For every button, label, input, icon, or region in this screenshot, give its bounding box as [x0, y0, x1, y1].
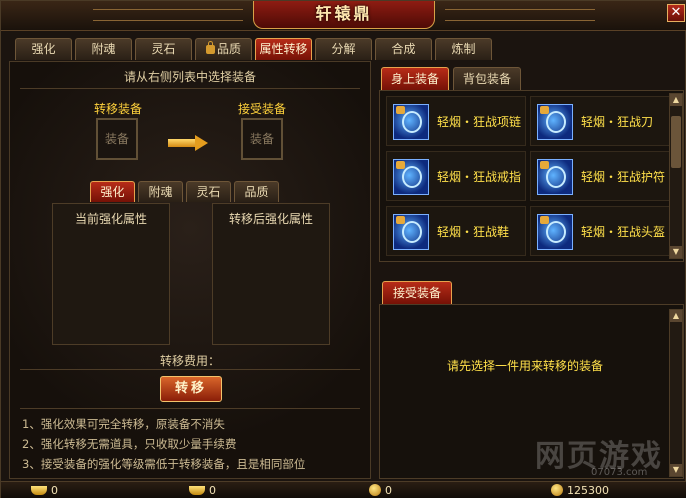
scroll-thumb[interactable] [671, 116, 681, 168]
subtab-soul[interactable]: 附魂 [138, 181, 183, 202]
subtab-quality[interactable]: 品质 [234, 181, 279, 202]
tab-soul[interactable]: 附魂 [75, 38, 132, 60]
lock-icon [205, 41, 215, 54]
lock-icon [396, 161, 405, 169]
equip-name: 轻烟・狂战戒指 [437, 170, 522, 184]
scroll-down-icon[interactable]: ▼ [670, 246, 682, 258]
bound-ingot-icon [189, 486, 205, 495]
window-title: 轩辕鼎 [253, 1, 435, 29]
coin-icon [369, 484, 381, 496]
tab-decompose[interactable]: 分解 [315, 38, 372, 60]
equip-name: 轻烟・狂战头盔 [581, 225, 666, 239]
transfer-fee-label: 转移费用： [159, 354, 220, 368]
current-attr-title: 当前强化属性 [74, 212, 147, 226]
transfer-panel: 请从右侧列表中选择装备 转移装备 装备 接受装备 装备 强化 附魂 灵石 品质 … [9, 61, 371, 479]
scroll-up-icon[interactable]: ▲ [670, 94, 682, 106]
equipment-tabs: 身上装备 背包装备 [381, 67, 525, 90]
receive-scrollbar[interactable]: ▲ ▼ [669, 309, 683, 477]
equip-name: 轻烟・狂战刀 [581, 115, 654, 129]
close-button[interactable]: ✕ [667, 4, 685, 22]
notes: 1、强化效果可完全转移，原装备不消失 2、强化转移无需道具，只收取少量手续费 3… [22, 414, 305, 474]
source-equip-label: 转移装备 [93, 102, 142, 116]
scroll-down-icon[interactable]: ▼ [670, 464, 682, 476]
subtab-gem[interactable]: 灵石 [186, 181, 231, 202]
lock-icon [396, 216, 405, 224]
receive-hint-text: 请先选择一件用来转移的装备 [446, 359, 603, 373]
amulet-icon [537, 159, 573, 195]
boots-icon [393, 214, 429, 250]
note-3: 3、接受装备的强化等级需低于转移装备，且是相同部位 [22, 457, 306, 471]
title-bar: 轩辕鼎 ✕ [1, 1, 686, 31]
lock-icon [540, 216, 549, 224]
note-1: 1、强化效果可完全转移，原装备不消失 [22, 417, 225, 431]
title-ornament-left [93, 9, 243, 21]
source-equip-slot[interactable]: 装备 [96, 118, 138, 160]
tab-bag-equipment[interactable]: 背包装备 [453, 67, 521, 90]
ingot-balance: 0 [31, 484, 58, 498]
equipment-list: 轻烟・狂战项链 轻烟・狂战刀 轻烟・狂战戒指 轻烟・狂战护符 轻烟・狂战鞋 轻烟… [379, 90, 684, 262]
receive-equipment-panel: 请先选择一件用来转移的装备 ▲ ▼ [379, 304, 684, 479]
arrow-right-icon [168, 135, 208, 151]
necklace-icon [393, 104, 429, 140]
tab-receive-equipment[interactable]: 接受装备 [382, 281, 452, 304]
equipment-scrollbar[interactable]: ▲ ▼ [669, 93, 683, 259]
scroll-up-icon[interactable]: ▲ [670, 310, 682, 322]
ingot-icon [31, 486, 47, 495]
after-attr-box: 转移后强化属性 [212, 203, 330, 345]
coin-balance: 0 [369, 484, 392, 498]
lock-icon [396, 106, 405, 114]
divider [20, 369, 360, 370]
current-attr-box: 当前强化属性 [52, 203, 170, 345]
tab-compose[interactable]: 合成 [375, 38, 432, 60]
equip-name: 轻烟・狂战鞋 [437, 225, 510, 239]
transfer-button[interactable]: 转移 [160, 376, 222, 402]
currency-bar: 0 0 0 125300 [1, 481, 686, 498]
tab-gem[interactable]: 灵石 [135, 38, 192, 60]
tab-attribute-transfer[interactable]: 属性转移 [255, 38, 312, 60]
silver-coin-icon [551, 484, 563, 496]
tab-refine[interactable]: 炼制 [435, 38, 492, 60]
equip-item[interactable]: 轻烟・狂战戒指 [386, 151, 526, 201]
equip-name: 轻烟・狂战护符 [581, 170, 666, 184]
main-tabs: 强化 附魂 灵石 品质 属性转移 分解 合成 炼制 [15, 38, 495, 60]
divider [20, 408, 360, 409]
note-2: 2、强化转移无需道具，只收取少量手续费 [22, 437, 237, 451]
equip-item[interactable]: 轻烟・狂战刀 [530, 96, 670, 146]
equip-item[interactable]: 轻烟・狂战头盔 [530, 206, 670, 256]
helmet-icon [537, 214, 573, 250]
tab-strengthen[interactable]: 强化 [15, 38, 72, 60]
tab-worn-equipment[interactable]: 身上装备 [381, 67, 449, 90]
equip-item[interactable]: 轻烟・狂战鞋 [386, 206, 526, 256]
after-attr-title: 转移后强化属性 [228, 212, 313, 226]
target-equip-label: 接受装备 [237, 102, 286, 116]
bound-ingot-balance: 0 [189, 484, 216, 498]
instruction-text: 请从右侧列表中选择装备 [123, 70, 256, 84]
divider [20, 88, 360, 89]
tab-quality[interactable]: 品质 [195, 38, 252, 60]
target-equip-slot[interactable]: 装备 [241, 118, 283, 160]
blade-icon [537, 104, 573, 140]
attribute-subtabs: 强化 附魂 灵石 品质 [90, 181, 282, 202]
equip-name: 轻烟・狂战项链 [437, 115, 522, 129]
ring-icon [393, 159, 429, 195]
title-ornament-right [445, 9, 595, 21]
lock-icon [540, 106, 549, 114]
equip-item[interactable]: 轻烟・狂战项链 [386, 96, 526, 146]
equip-item[interactable]: 轻烟・狂战护符 [530, 151, 670, 201]
lock-icon [540, 161, 549, 169]
subtab-strengthen[interactable]: 强化 [90, 181, 135, 202]
silver-balance: 125300 [551, 484, 609, 498]
xuanyuan-ding-window: 轩辕鼎 ✕ 强化 附魂 灵石 品质 属性转移 分解 合成 炼制 请从右侧列表中选… [0, 0, 686, 498]
